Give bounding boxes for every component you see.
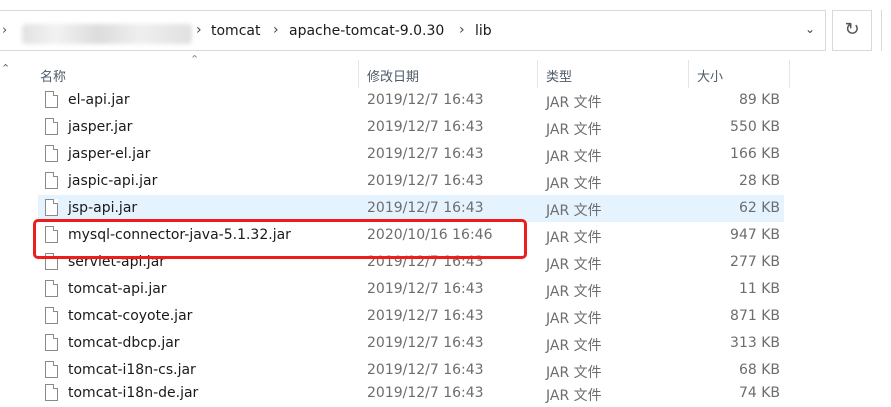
file-date: 2019/12/7 16:43 (367, 362, 484, 378)
file-row[interactable]: el-api.jar 2019/12/7 16:43 JAR 文件 89 KB (38, 87, 784, 114)
file-name: tomcat-coyote.jar (68, 308, 193, 324)
file-date: 2019/12/7 16:43 (367, 281, 484, 297)
scroll-up-icon[interactable]: ⌃ (1, 62, 10, 75)
column-header-type[interactable]: 类型 (546, 66, 572, 85)
breadcrumb-tomcat[interactable]: tomcat (211, 23, 260, 39)
column-header: 名称 修改日期 类型 大小 (32, 60, 792, 88)
breadcrumb-separator-icon[interactable]: › (273, 22, 279, 38)
blurred-path-segment (22, 24, 192, 44)
file-size: 871 KB (730, 308, 780, 324)
file-size: 89 KB (738, 92, 780, 108)
navigation-pane-scrollbar[interactable] (0, 60, 14, 407)
file-icon (45, 280, 58, 297)
address-bar[interactable]: › › tomcat › apache-tomcat-9.0.30 › lib … (0, 10, 826, 51)
column-divider[interactable] (688, 60, 689, 88)
refresh-button[interactable]: ↻ (832, 10, 872, 51)
file-icon (45, 307, 58, 324)
column-header-date[interactable]: 修改日期 (367, 66, 419, 85)
file-row[interactable]: tomcat-dbcp.jar 2019/12/7 16:43 JAR 文件 3… (38, 330, 784, 357)
file-name: el-api.jar (68, 92, 130, 108)
file-date: 2019/12/7 16:43 (367, 308, 484, 324)
file-type: JAR 文件 (546, 388, 602, 404)
file-size: 166 KB (730, 146, 780, 162)
file-date: 2019/12/7 16:43 (367, 146, 484, 162)
file-icon (45, 361, 58, 378)
search-box-edge[interactable] (881, 10, 891, 51)
highlight-annotation-box (33, 219, 527, 259)
column-header-size[interactable]: 大小 (697, 66, 723, 85)
file-type: JAR 文件 (546, 176, 602, 192)
file-size: 28 KB (738, 173, 780, 189)
chevron-down-icon[interactable]: ⌄ (805, 22, 815, 36)
chevron-right-icon[interactable]: › (2, 23, 7, 38)
column-header-name[interactable]: 名称 (40, 66, 66, 85)
file-size: 74 KB (738, 385, 780, 401)
file-type: JAR 文件 (546, 122, 602, 138)
file-icon (45, 91, 58, 108)
file-type: JAR 文件 (546, 338, 602, 354)
file-name: tomcat-dbcp.jar (68, 335, 180, 351)
file-size: 68 KB (738, 362, 780, 378)
file-name: tomcat-api.jar (68, 281, 167, 297)
file-type: JAR 文件 (546, 311, 602, 327)
breadcrumb-apache-tomcat[interactable]: apache-tomcat-9.0.30 (289, 23, 444, 39)
file-type: JAR 文件 (546, 257, 602, 273)
file-size: 62 KB (738, 200, 780, 216)
file-size: 947 KB (730, 227, 780, 243)
column-divider[interactable] (358, 60, 359, 88)
file-type: JAR 文件 (546, 230, 602, 246)
file-icon (45, 334, 58, 351)
column-divider[interactable] (537, 60, 538, 88)
file-icon (45, 172, 58, 189)
refresh-icon: ↻ (844, 19, 860, 40)
file-type: JAR 文件 (546, 95, 602, 111)
file-date: 2019/12/7 16:43 (367, 385, 484, 401)
column-divider[interactable] (789, 60, 790, 88)
file-name: tomcat-i18n-de.jar (68, 385, 199, 401)
file-type: JAR 文件 (546, 284, 602, 300)
file-type: JAR 文件 (546, 365, 602, 381)
file-row[interactable]: jasper.jar 2019/12/7 16:43 JAR 文件 550 KB (38, 114, 784, 141)
file-row[interactable]: tomcat-api.jar 2019/12/7 16:43 JAR 文件 11… (38, 276, 784, 303)
file-name: jaspic-api.jar (68, 173, 158, 189)
breadcrumb-lib[interactable]: lib (475, 23, 492, 39)
file-row[interactable]: tomcat-coyote.jar 2019/12/7 16:43 JAR 文件… (38, 303, 784, 330)
file-row[interactable]: tomcat-i18n-de.jar 2019/12/7 16:43 JAR 文… (38, 380, 784, 407)
file-date: 2019/12/7 16:43 (367, 119, 484, 135)
file-size: 313 KB (730, 335, 780, 351)
file-date: 2019/12/7 16:43 (367, 200, 484, 216)
file-name: jsp-api.jar (68, 200, 138, 216)
file-type: JAR 文件 (546, 149, 602, 165)
file-type: JAR 文件 (546, 203, 602, 219)
file-icon (45, 145, 58, 162)
file-icon (45, 384, 58, 401)
file-icon (45, 199, 58, 216)
file-size: 277 KB (730, 254, 780, 270)
file-name: jasper-el.jar (68, 146, 151, 162)
file-date: 2019/12/7 16:43 (367, 173, 484, 189)
file-icon (45, 118, 58, 135)
breadcrumb-separator-icon[interactable]: › (459, 22, 465, 38)
file-row[interactable]: jasper-el.jar 2019/12/7 16:43 JAR 文件 166… (38, 141, 784, 168)
file-date: 2019/12/7 16:43 (367, 92, 484, 108)
file-name: jasper.jar (68, 119, 133, 135)
file-size: 11 KB (738, 281, 780, 297)
file-date: 2019/12/7 16:43 (367, 335, 484, 351)
file-row[interactable]: jaspic-api.jar 2019/12/7 16:43 JAR 文件 28… (38, 168, 784, 195)
file-name: tomcat-i18n-cs.jar (68, 362, 196, 378)
file-row-selected[interactable]: jsp-api.jar 2019/12/7 16:43 JAR 文件 62 KB (38, 195, 784, 222)
file-size: 550 KB (730, 119, 780, 135)
breadcrumb-separator-icon[interactable]: › (196, 22, 202, 38)
